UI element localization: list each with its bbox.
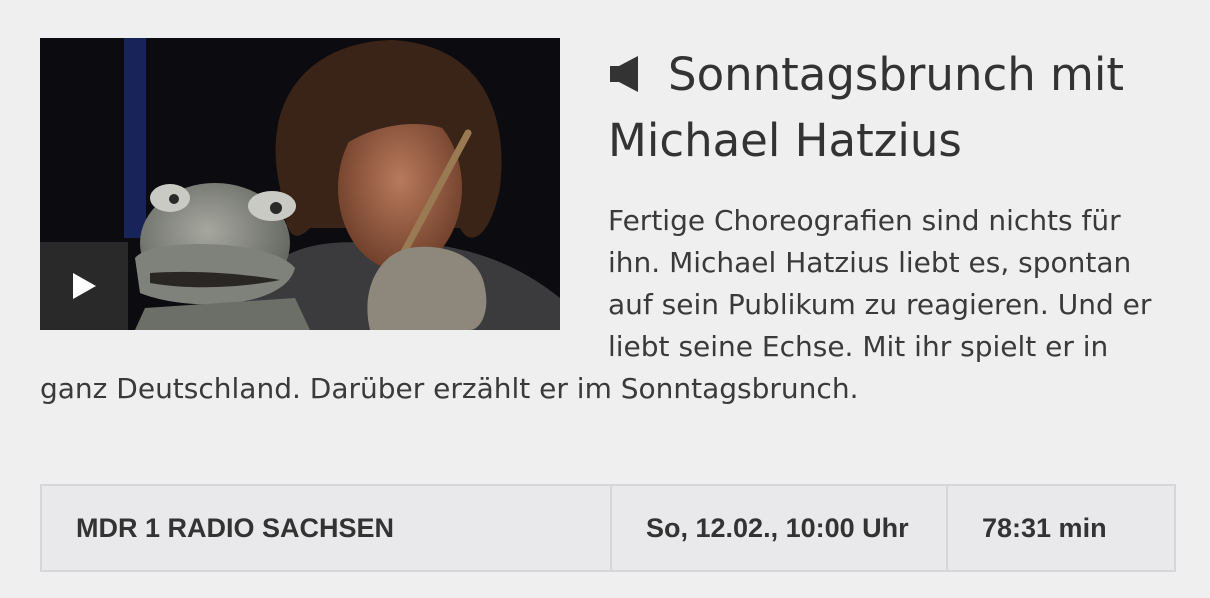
play-icon: [73, 273, 96, 299]
broadcast-date: So, 12.02., 10:00 Uhr: [610, 486, 946, 570]
audio-teaser[interactable]: Sonntagsbrunch mit Michael Hatzius Ferti…: [40, 38, 1174, 410]
broadcast-info: MDR 1 RADIO SACHSEN So, 12.02., 10:00 Uh…: [40, 484, 1176, 572]
duration: 78:31 min: [946, 486, 1174, 570]
station-name: MDR 1 RADIO SACHSEN: [76, 512, 395, 543]
play-button[interactable]: [40, 242, 128, 330]
teaser-image[interactable]: [40, 38, 560, 330]
speaker-icon: [610, 56, 638, 92]
headline-text: Sonntagsbrunch mit Michael Hatzius: [608, 48, 1125, 167]
